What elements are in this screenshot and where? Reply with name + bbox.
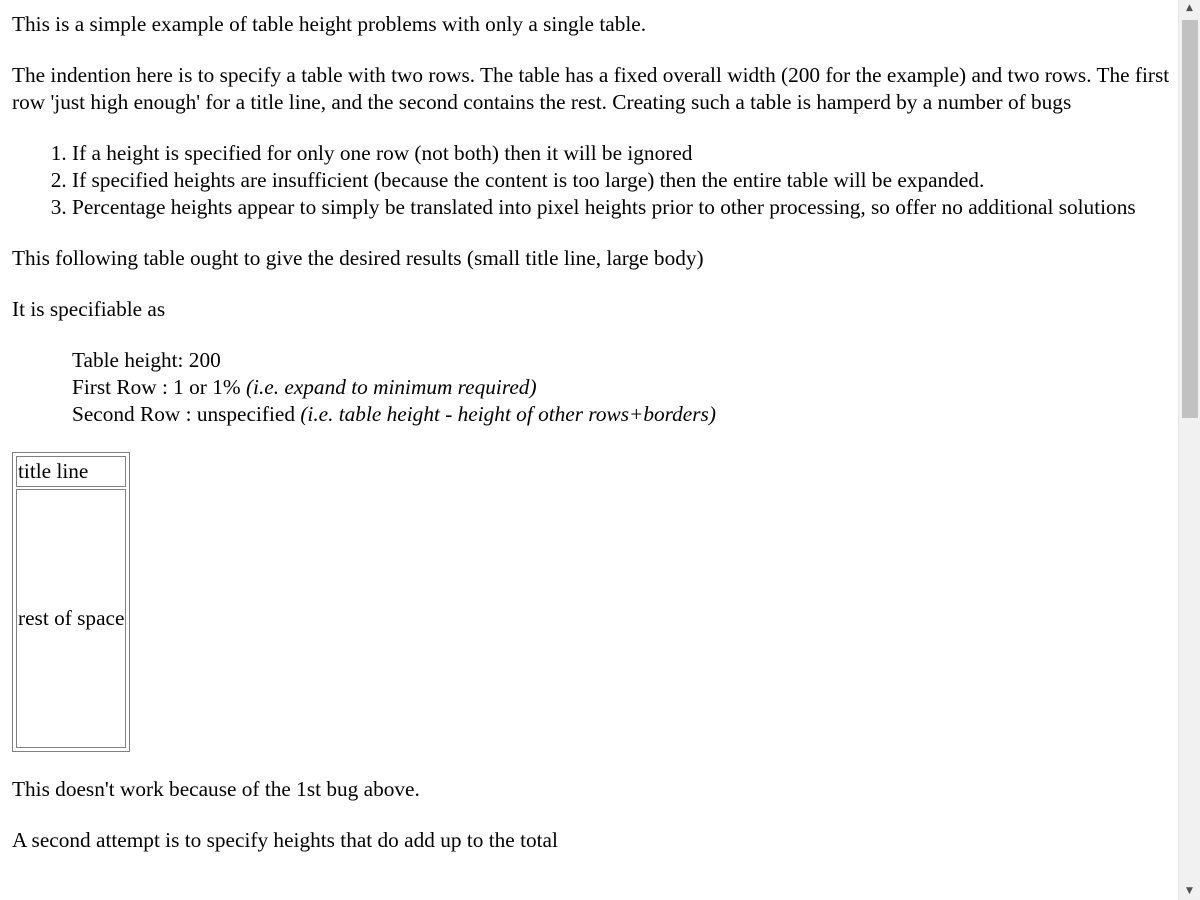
demo-table-title-row: title line <box>16 456 127 487</box>
bug-list: If a height is specified for only one ro… <box>12 140 1172 221</box>
spec-second-row: Second Row : unspecified (i.e. table hei… <box>72 401 1172 428</box>
demo-table: title line rest of space <box>12 452 131 752</box>
spec-second-row-text: Second Row : unspecified <box>72 402 301 426</box>
result-paragraph: This doesn't work because of the 1st bug… <box>12 777 420 801</box>
scroll-up-icon[interactable]: ▲ <box>1179 0 1200 17</box>
title-cell: title line <box>16 456 127 487</box>
bug-list-item: If specified heights are insufficient (b… <box>72 167 1172 194</box>
vertical-scrollbar[interactable]: ▲ ▼ <box>1178 0 1200 900</box>
bug-list-item: Percentage heights appear to simply be t… <box>72 194 1172 221</box>
spec-first-row: First Row : 1 or 1% (i.e. expand to mini… <box>72 374 1172 401</box>
scroll-thumb[interactable] <box>1182 20 1198 418</box>
demo-table-body-row: rest of space <box>16 489 127 748</box>
spec-first-row-note: (i.e. expand to minimum required) <box>245 375 537 399</box>
spec-second-row-note: (i.e. table height - height of other row… <box>300 402 716 426</box>
intro-paragraph: This is a simple example of table height… <box>12 12 647 36</box>
specifiable-paragraph: It is specifiable as <box>12 297 166 321</box>
bug-list-item: If a height is specified for only one ro… <box>72 140 1172 167</box>
desired-results-paragraph: This following table ought to give the d… <box>12 246 704 270</box>
spec-block: Table height: 200 First Row : 1 or 1% (i… <box>72 347 1172 428</box>
spec-table-height: Table height: 200 <box>72 348 221 372</box>
document-body: This is a simple example of table height… <box>12 11 1172 878</box>
scroll-down-icon[interactable]: ▼ <box>1179 883 1200 900</box>
body-cell: rest of space <box>16 489 127 748</box>
spec-first-row-text: First Row : 1 or 1% <box>72 375 246 399</box>
description-paragraph: The indention here is to specify a table… <box>12 63 1170 114</box>
second-attempt-paragraph: A second attempt is to specify heights t… <box>12 828 558 852</box>
